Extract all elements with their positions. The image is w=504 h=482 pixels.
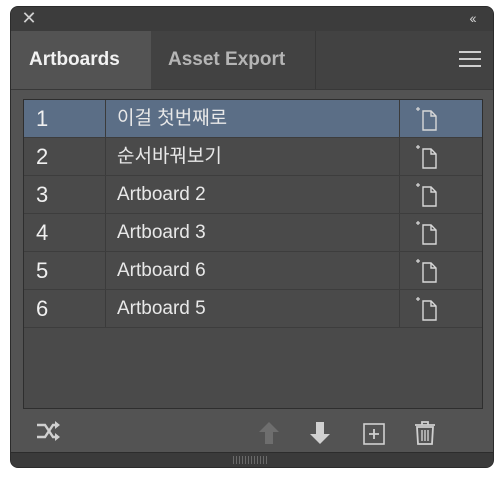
artboard-row-4[interactable]: 4 Artboard 3: [24, 214, 482, 252]
artboard-name[interactable]: Artboard 2: [106, 176, 400, 213]
arrow-down-icon[interactable]: [308, 420, 332, 446]
artboard-options-icon[interactable]: [400, 214, 482, 251]
trash-icon[interactable]: [413, 420, 437, 446]
double-chevron-left-icon[interactable]: ‹‹: [461, 10, 483, 26]
new-artboard-icon[interactable]: [362, 420, 386, 446]
artboard-row-3[interactable]: 3 Artboard 2: [24, 176, 482, 214]
tab-artboards[interactable]: Artboards: [11, 31, 151, 89]
artboard-list: 1 이걸 첫번째로 2 순서바꿔보기 3 Artboard 2 4 Artboa…: [23, 99, 483, 409]
artboard-number: 5: [24, 252, 106, 289]
panel-titlebar[interactable]: ✕ ‹‹: [11, 7, 493, 31]
resize-grip[interactable]: [11, 452, 493, 467]
artboard-name[interactable]: Artboard 6: [106, 252, 400, 289]
artboard-number: 4: [24, 214, 106, 251]
grip-lines: [233, 456, 269, 464]
artboard-options-icon[interactable]: [400, 138, 482, 175]
artboard-name[interactable]: 순서바꿔보기: [106, 138, 400, 175]
artboards-panel: ✕ ‹‹ Artboards Asset Export 1 이걸 첫번째로 2 …: [10, 6, 494, 468]
hamburger-menu-icon[interactable]: [459, 51, 481, 69]
artboard-options-icon[interactable]: [400, 290, 482, 327]
artboard-number: 6: [24, 290, 106, 327]
rearrange-artboards-icon[interactable]: [35, 420, 60, 446]
artboard-number: 3: [24, 176, 106, 213]
artboard-options-icon[interactable]: [400, 176, 482, 213]
artboard-name[interactable]: Artboard 5: [106, 290, 400, 327]
artboard-number: 1: [24, 100, 106, 137]
arrow-up-icon[interactable]: [257, 420, 281, 446]
artboard-row-5[interactable]: 5 Artboard 6: [24, 252, 482, 290]
artboard-name[interactable]: 이걸 첫번째로: [106, 100, 400, 137]
tab-asset-export[interactable]: Asset Export: [151, 31, 316, 89]
close-icon[interactable]: ✕: [21, 9, 37, 27]
artboard-row-6[interactable]: 6 Artboard 5: [24, 290, 482, 328]
tab-bar: Artboards Asset Export: [11, 31, 493, 90]
artboard-options-icon[interactable]: [400, 100, 482, 137]
artboard-options-icon[interactable]: [400, 252, 482, 289]
panel-footer: [11, 412, 493, 452]
artboard-number: 2: [24, 138, 106, 175]
artboard-name[interactable]: Artboard 3: [106, 214, 400, 251]
artboard-row-2[interactable]: 2 순서바꿔보기: [24, 138, 482, 176]
artboard-row-1[interactable]: 1 이걸 첫번째로: [24, 100, 482, 138]
